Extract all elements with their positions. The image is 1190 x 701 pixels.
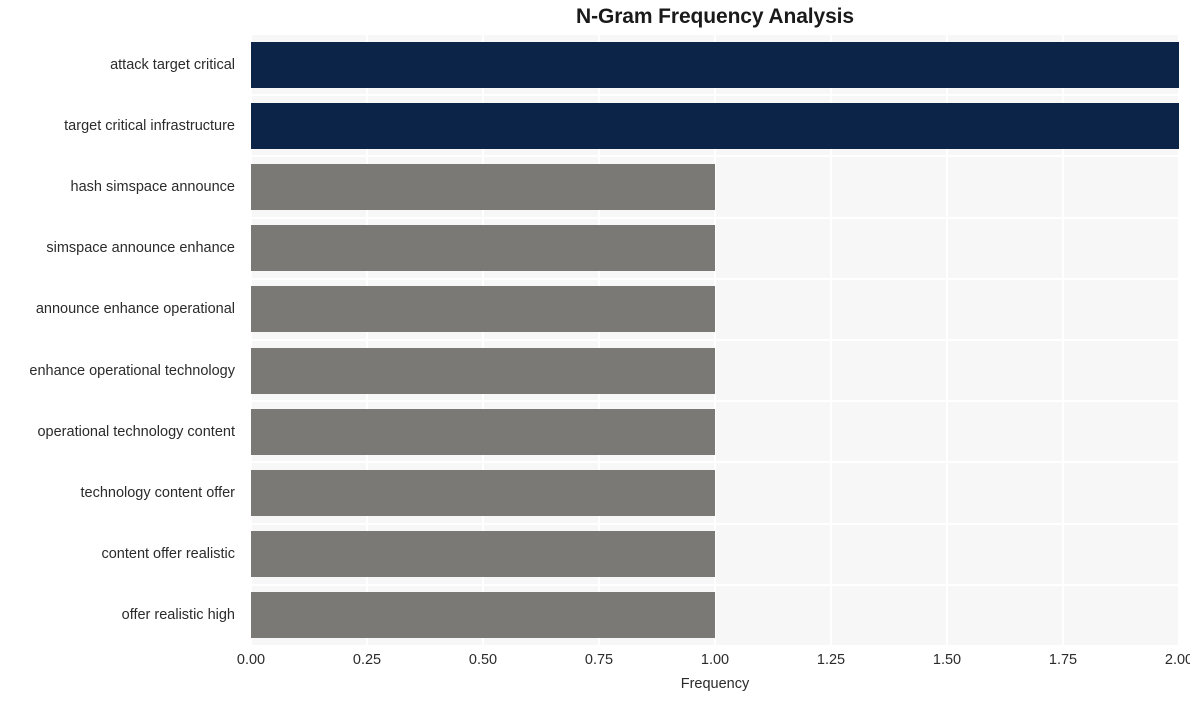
x-axis-tick-label: 2.00 [1164, 652, 1190, 668]
y-axis-tick-labels: attack target critical target critical in… [0, 34, 245, 646]
x-axis-tick-label: 0.50 [468, 652, 498, 668]
y-gridline [251, 216, 1179, 219]
bar[interactable] [251, 531, 715, 578]
y-gridline [251, 277, 1179, 280]
bar[interactable] [251, 347, 715, 394]
y-axis-tick-label: offer realistic high [121, 607, 235, 624]
plot-area [251, 34, 1179, 646]
y-axis-tick-label: technology content offer [80, 485, 235, 501]
y-gridline [251, 583, 1179, 586]
y-gridline [251, 94, 1179, 97]
x-axis-tick-label: 0.25 [352, 652, 382, 668]
y-axis-tick-label: content offer realistic [101, 546, 235, 563]
y-axis-tick-label: operational technology content [37, 423, 235, 440]
y-gridline [251, 339, 1179, 341]
x-axis-title: Frequency [680, 676, 750, 692]
x-axis-tick-label: 1.00 [700, 652, 730, 668]
bar[interactable] [251, 41, 1179, 88]
bar[interactable] [251, 225, 715, 272]
y-axis-tick-label: attack target critical [110, 56, 235, 73]
y-axis-tick-label: target critical infrastructure [64, 117, 235, 134]
y-gridline [251, 400, 1179, 403]
bar[interactable] [251, 286, 715, 333]
x-axis-tick-label: 1.75 [1048, 652, 1078, 668]
bar[interactable] [251, 408, 715, 455]
page-title: N-Gram Frequency Analysis [576, 5, 854, 28]
bar[interactable] [251, 102, 1179, 149]
x-axis-tick-label: 1.50 [932, 652, 962, 668]
y-gridline [251, 34, 1179, 35]
x-axis-tick-label: 0.00 [236, 652, 266, 668]
chart-figure: N-Gram Frequency Analysis attack target … [0, 0, 1190, 701]
y-axis-tick-label: simspace announce enhance [46, 240, 235, 257]
bar[interactable] [251, 592, 715, 639]
x-axis-tick-labels: 0.00 0.25 0.50 0.75 1.00 1.25 1.50 1.75 2.00 [0, 650, 1190, 672]
x-axis-tick-label: 0.75 [584, 652, 614, 668]
y-axis-tick-label: announce enhance operational [35, 301, 235, 318]
bar[interactable] [251, 470, 715, 516]
y-gridline [251, 522, 1179, 525]
x-axis-tick-label: 1.25 [816, 652, 846, 668]
y-gridline [251, 155, 1179, 158]
bar[interactable] [251, 164, 715, 210]
y-axis-tick-label: hash simspace announce [70, 179, 235, 195]
y-axis-tick-label: enhance operational technology [29, 362, 235, 379]
y-gridline [251, 461, 1179, 464]
y-gridline [251, 645, 1179, 646]
